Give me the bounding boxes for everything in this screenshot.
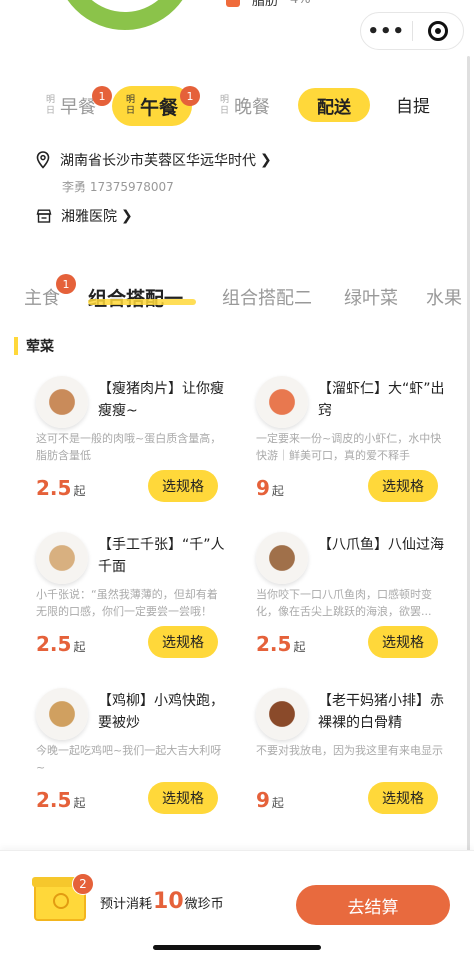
contact-info: 李勇 17375978007 (62, 180, 174, 194)
section-accent-bar (14, 337, 18, 355)
dish-name: 【瘦猪肉片】让你瘦瘦瘦~ (98, 381, 224, 419)
dish-price: 2.5 起 (256, 632, 306, 656)
breakfast-badge: 1 (92, 86, 112, 106)
dish-price: 2.5 起 (36, 632, 86, 656)
estimate-number: 10 (153, 889, 184, 914)
hospital-name: 湘雅医院 (61, 209, 117, 225)
location-pin-icon (36, 151, 50, 169)
dish-image (36, 376, 88, 428)
tab-breakfast-day: 明日 (46, 95, 56, 116)
target-icon (427, 21, 448, 41)
dish-description: 小千张说：“虽然我薄薄的，但却有着无限的口感，你们一定要尝一尝哦！ (36, 588, 218, 618)
nutrition-ring-chart (55, 0, 195, 30)
more-icon[interactable]: ••• (361, 21, 412, 42)
dish-price: 9起 (256, 788, 284, 812)
chevron-right-icon: ❯ (121, 208, 133, 224)
utensils-icon (53, 893, 69, 909)
chevron-right-icon: ❯ (260, 152, 272, 168)
dish-name: 【老干妈猪小排】赤裸裸的白骨精 (318, 693, 444, 731)
hospital-selector[interactable]: 湘雅医院 ❯ (36, 206, 133, 226)
dish-name: 【手工千张】“千”人千面 (98, 537, 225, 575)
lunch-badge: 1 (180, 86, 200, 106)
dish-description: 一定要来一份~调皮的小虾仁，水中快快游｜鲜美可口，真的爱不释手 (256, 432, 442, 462)
tab-dinner-label: 晚餐 (234, 97, 270, 118)
active-category-underline (88, 299, 196, 305)
dish-name: 【八爪鱼】八仙过海 (318, 537, 444, 553)
estimated-cost: 预计消耗 10 微珍币 (100, 889, 224, 914)
dish-name: 【溜虾仁】大“虾”出窍 (318, 381, 445, 419)
tab-lunch-label: 午餐 (140, 96, 179, 119)
tab-dinner[interactable]: 明日 晚餐 (220, 86, 270, 126)
category-fruit[interactable]: 水果 (426, 284, 462, 310)
dish-image (256, 688, 308, 740)
select-spec-button[interactable]: 选规格 (368, 626, 438, 658)
scrollbar[interactable] (467, 56, 470, 856)
select-spec-button[interactable]: 选规格 (368, 782, 438, 814)
dish-image (256, 532, 308, 584)
fat-legend: 脂肪 4% (226, 0, 311, 9)
checkout-bar: 2 预计消耗 10 微珍币 去结算 (0, 850, 474, 960)
estimate-suffix: 微珍币 (184, 897, 224, 912)
address-text: 湖南省长沙市芙蓉区华远华时代 (60, 153, 256, 169)
dish-card[interactable]: 【八爪鱼】八仙过海 当你咬下一口八爪鱼肉，口感顿时变化，像在舌尖上跳跃的海浪，欲… (246, 520, 446, 670)
select-spec-button[interactable]: 选规格 (148, 782, 218, 814)
address-line: 湖南省长沙市芙蓉区华远华时代 ❯ (36, 150, 272, 170)
dish-name: 【鸡柳】小鸡快跑，要被炒 (98, 693, 224, 731)
select-spec-button[interactable]: 选规格 (148, 626, 218, 658)
dish-description: 今晚一起吃鸡吧~我们一起大吉大利呀~ (36, 744, 222, 774)
fat-color-dot (226, 0, 240, 7)
section-title: 荤菜 (14, 336, 54, 356)
home-indicator (153, 945, 321, 950)
store-icon (36, 209, 52, 223)
dish-description: 当你咬下一口八爪鱼肉，口感顿时变化，像在舌尖上跳跃的海浪，欲罢... (256, 588, 432, 618)
tab-breakfast-label: 早餐 (60, 97, 96, 118)
tab-lunch-day: 明日 (126, 95, 136, 116)
fat-label: 脂肪 (252, 0, 279, 9)
category-main-food[interactable]: 主食 (24, 284, 60, 310)
category-combo-two[interactable]: 组合搭配二 (222, 284, 312, 310)
dish-card[interactable]: 【手工千张】“千”人千面 小千张说：“虽然我薄薄的，但却有着无限的口感，你们一定… (26, 520, 226, 670)
select-spec-button[interactable]: 选规格 (148, 470, 218, 502)
close-miniprogram-button[interactable] (412, 21, 463, 41)
dish-image (36, 532, 88, 584)
dish-card[interactable]: 【瘦猪肉片】让你瘦瘦瘦~ 这可不是一般的肉哦~蛋白质含量高，脂肪含量低 2.5 起… (26, 364, 226, 514)
delivery-address[interactable]: 湖南省长沙市芙蓉区华远华时代 ❯ 李勇 17375978007 (36, 150, 272, 195)
dish-description: 不要对我放电，因为我这里有来电显示 (256, 744, 443, 757)
category-combo-one[interactable]: 组合搭配一 (88, 284, 183, 311)
pickup-toggle[interactable]: 自提 (396, 92, 430, 117)
tab-dinner-day: 明日 (220, 95, 230, 116)
dish-price: 2.5 起 (36, 476, 86, 500)
estimate-prefix: 预计消耗 (100, 897, 153, 912)
cart-count-badge: 2 (72, 873, 94, 895)
dish-card[interactable]: 【鸡柳】小鸡快跑，要被炒 今晚一起吃鸡吧~我们一起大吉大利呀~ 2.5 起 选规格 (26, 676, 226, 826)
checkout-button[interactable]: 去结算 (296, 885, 450, 925)
category-leafy-veg[interactable]: 绿叶菜 (344, 284, 398, 310)
dish-image (36, 688, 88, 740)
fat-value: 4% (290, 0, 311, 7)
tab-breakfast[interactable]: 明日 早餐 (46, 86, 96, 126)
dish-description: 这可不是一般的肉哦~蛋白质含量高，脂肪含量低 (36, 432, 222, 462)
miniprogram-capsule: ••• (360, 12, 464, 50)
select-spec-button[interactable]: 选规格 (368, 470, 438, 502)
dish-price: 9起 (256, 476, 284, 500)
section-title-text: 荤菜 (26, 339, 54, 355)
dish-card[interactable]: 【老干妈猪小排】赤裸裸的白骨精 不要对我放电，因为我这里有来电显示 9起 选规格 (246, 676, 446, 826)
delivery-toggle[interactable]: 配送 (298, 88, 370, 122)
dish-card[interactable]: 【溜虾仁】大“虾”出窍 一定要来一份~调皮的小虾仁，水中快快游｜鲜美可口，真的爱… (246, 364, 446, 514)
dish-price: 2.5 起 (36, 788, 86, 812)
main-food-badge: 1 (56, 274, 76, 294)
dish-image (256, 376, 308, 428)
